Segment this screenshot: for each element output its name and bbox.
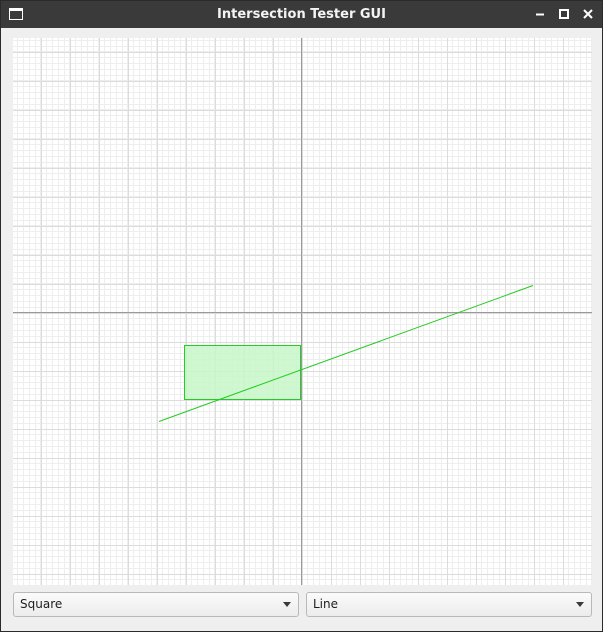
shape-b-select[interactable]: Line <box>306 592 592 617</box>
window-title: Intersection Tester GUI <box>217 7 386 22</box>
maximize-icon <box>559 9 569 19</box>
app-window: Intersection Tester GUI Square Line <box>0 0 603 632</box>
close-icon <box>583 9 593 19</box>
shape-a-select[interactable]: Square <box>13 592 299 617</box>
title-bar[interactable]: Intersection Tester GUI <box>1 1 602 28</box>
minimize-icon <box>536 13 544 16</box>
grid-canvas[interactable] <box>13 38 592 585</box>
maximize-button[interactable] <box>555 5 573 23</box>
major-grid <box>13 38 592 585</box>
chevron-down-icon <box>283 602 291 607</box>
drawing-canvas[interactable] <box>13 38 592 585</box>
close-button[interactable] <box>579 5 597 23</box>
shape-b-selected-value: Line <box>313 597 339 611</box>
shape-a-selected-value: Square <box>20 597 63 611</box>
chevron-down-icon <box>576 602 584 607</box>
minimize-button[interactable] <box>531 5 549 23</box>
window-icon <box>9 8 23 20</box>
